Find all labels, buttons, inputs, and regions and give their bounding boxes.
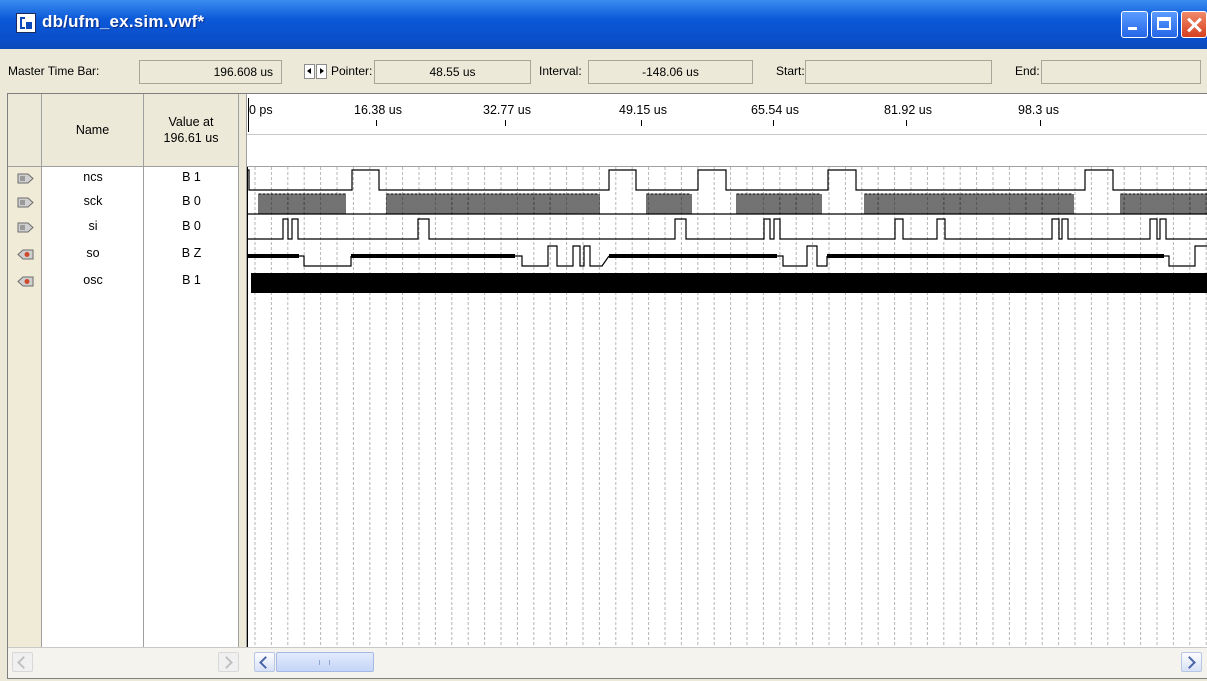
- time-tick-label: 49.15 us: [619, 103, 667, 117]
- time-tick-label: 32.77 us: [483, 103, 531, 117]
- time-tick-label: 0 ps: [249, 103, 273, 117]
- sck-clock-burst: [386, 193, 600, 215]
- end-label: End:: [1015, 64, 1040, 78]
- so-data-pulses: [777, 245, 828, 267]
- sck-clock-burst: [1120, 193, 1207, 215]
- waveform-scroll-left-button[interactable]: [254, 652, 275, 672]
- so-waveform-a: [299, 255, 352, 267]
- pointer-label: Pointer:: [331, 64, 373, 78]
- ncs-waveform: [247, 169, 1207, 191]
- signal-name-si[interactable]: si: [42, 219, 144, 233]
- waveform-scroll-thumb[interactable]: [276, 652, 374, 672]
- so-data-pulses: [1164, 245, 1207, 267]
- time-tick-mark: [505, 120, 506, 126]
- waveform-scroll-right-button[interactable]: [1181, 652, 1202, 672]
- waveform-panel: Name Value at 196.61 us 0 ps 16.38 us 32.7…: [7, 93, 1207, 679]
- time-tick-label: 65.54 us: [751, 103, 799, 117]
- start-label: Start:: [776, 64, 805, 78]
- signal-name-sck[interactable]: sck: [42, 194, 144, 208]
- scroll-right-button[interactable]: [218, 652, 239, 672]
- interval-field[interactable]: -148.06 us: [588, 60, 753, 84]
- time-ruler[interactable]: 0 ps 16.38 us 32.77 us 49.15 us 65.54 us 81.9…: [247, 94, 1207, 135]
- time-tick-label: 98.3 us: [1018, 103, 1060, 117]
- name-header-label: Name: [75, 123, 110, 137]
- name-column-header[interactable]: Name: [42, 94, 144, 167]
- sck-clock-burst: [646, 193, 692, 215]
- start-field[interactable]: [805, 60, 992, 84]
- time-ruler-blank: [247, 135, 1207, 167]
- signal-name-ncs[interactable]: ncs: [42, 170, 144, 184]
- app-icon: [16, 13, 36, 33]
- title-bar[interactable]: db/ufm_ex.sim.vwf*: [0, 0, 1207, 49]
- output-pin-icon-osc: [17, 276, 34, 287]
- input-pin-icon-si: [17, 222, 34, 233]
- maximize-button[interactable]: [1151, 11, 1178, 38]
- input-pin-icon-sck: [17, 197, 34, 208]
- value-column-header[interactable]: Value at 196.61 us: [144, 94, 239, 167]
- so-data-pulses: [515, 245, 610, 267]
- signal-value-so: B Z: [181, 246, 202, 260]
- input-pin-icon-ncs: [17, 173, 34, 184]
- si-waveform: [247, 218, 1207, 240]
- window-title: db/ufm_ex.sim.vwf*: [42, 12, 205, 31]
- pane-splitter[interactable]: [239, 94, 247, 647]
- signal-value-osc: B 1: [182, 273, 201, 287]
- time-tick-mark: [1040, 120, 1041, 126]
- time-tick-label: 16.38 us: [354, 103, 402, 117]
- name-pane-scrollbar[interactable]: [8, 647, 247, 678]
- signal-value-sck: B 0: [182, 194, 201, 208]
- time-tick-mark: [906, 120, 907, 126]
- master-time-cursor[interactable]: [248, 98, 249, 132]
- waveform-canvas[interactable]: [247, 167, 1207, 647]
- time-tick-mark: [376, 120, 377, 126]
- signal-name-list: ncs sck si so osc: [42, 167, 144, 647]
- pointer-field[interactable]: 48.55 us: [374, 60, 531, 84]
- master-time-bar-field[interactable]: 196.608 us: [139, 60, 282, 84]
- waveform-scrollbar[interactable]: [247, 647, 1207, 678]
- waveform-area[interactable]: [247, 167, 1207, 647]
- value-header-line2: 196.61 us: [163, 131, 219, 145]
- signal-value-si: B 0: [182, 219, 201, 233]
- value-header-line1: Value at: [168, 115, 214, 129]
- time-tick-mark: [773, 120, 774, 126]
- signal-name-so[interactable]: so: [42, 246, 144, 260]
- time-bar-toolbar: Master Time Bar: 196.608 us Pointer: 48.…: [0, 53, 1207, 89]
- sck-clock-burst: [736, 193, 822, 215]
- signal-name-osc[interactable]: osc: [42, 273, 144, 287]
- interval-label: Interval:: [539, 64, 582, 78]
- time-tick-label: 81.92 us: [884, 103, 932, 117]
- next-transition-button[interactable]: [316, 64, 327, 79]
- close-button[interactable]: [1181, 11, 1207, 38]
- prev-transition-button[interactable]: [304, 64, 315, 79]
- master-time-bar-label: Master Time Bar:: [8, 64, 100, 78]
- minimize-button[interactable]: [1121, 11, 1148, 38]
- time-tick-mark: [641, 120, 642, 126]
- signal-value-ncs: B 1: [182, 170, 201, 184]
- end-field[interactable]: [1041, 60, 1201, 84]
- header-gutter: [8, 94, 42, 167]
- output-pin-icon-so: [17, 249, 34, 260]
- signal-type-gutter: [8, 167, 42, 647]
- signal-value-list: B 1 B 0 B 0 B Z B 1: [144, 167, 239, 647]
- scroll-left-button[interactable]: [12, 652, 33, 672]
- osc-waveform: [251, 273, 1207, 293]
- waveform-editor-window: db/ufm_ex.sim.vwf* Master Time Bar: 196.…: [0, 0, 1207, 681]
